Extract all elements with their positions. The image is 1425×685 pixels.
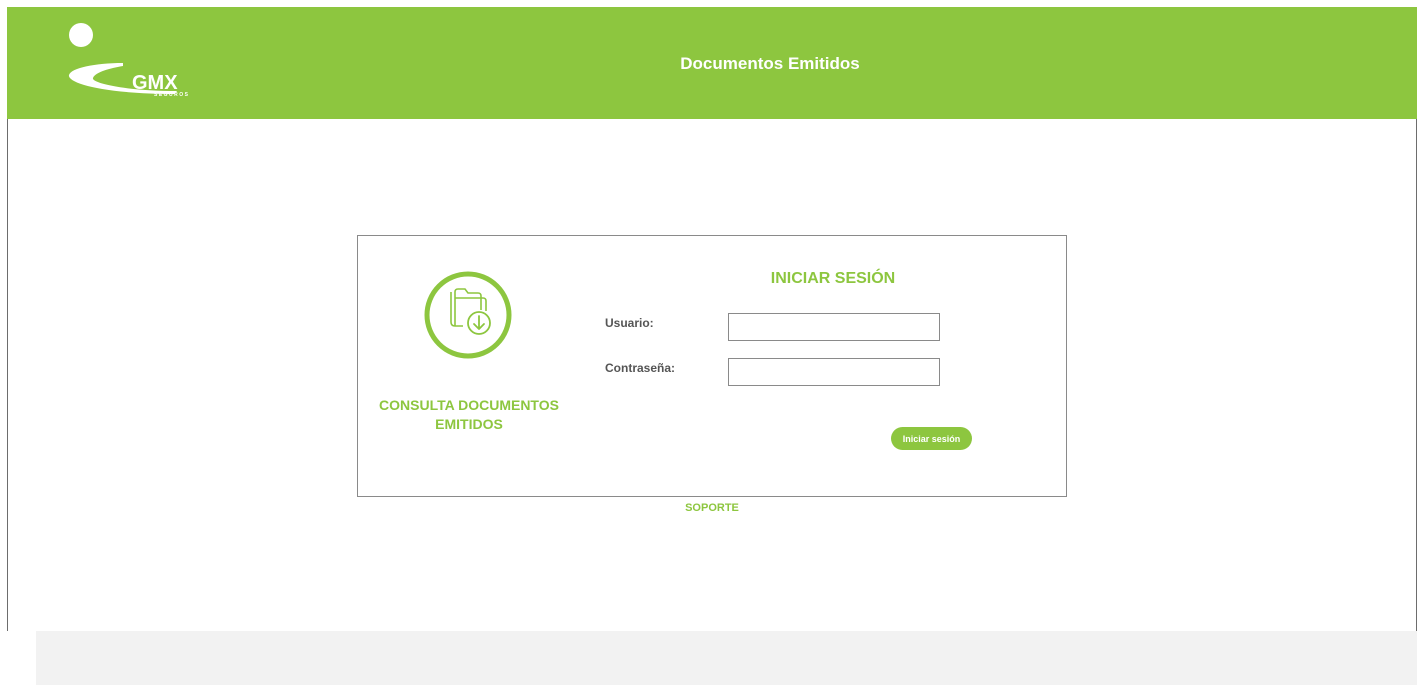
support-link[interactable]: SOPORTE — [657, 501, 767, 515]
login-title: INICIAR SESIÓN — [770, 270, 896, 287]
login-card: CONSULTA DOCUMENTOS EMITIDOS INICIAR SES… — [357, 235, 1067, 497]
page-title: Documentos Emitidos — [680, 54, 860, 73]
folder-download-icon — [423, 270, 513, 360]
page-frame: GMX SEGUROS Documentos Emitidos CONSULTA… — [7, 7, 1417, 685]
documents-caption: CONSULTA DOCUMENTOS EMITIDOS — [379, 397, 559, 432]
username-input[interactable] — [728, 313, 940, 341]
password-input[interactable] — [728, 358, 940, 386]
username-label: Usuario: — [605, 316, 654, 330]
header-bar: GMX SEGUROS Documentos Emitidos — [7, 7, 1417, 119]
login-button[interactable]: Iniciar sesión — [891, 427, 972, 450]
main-content: CONSULTA DOCUMENTOS EMITIDOS INICIAR SES… — [7, 119, 1417, 631]
logo-brand-text: GMX — [132, 72, 178, 94]
footer-bar — [36, 631, 1417, 685]
password-label: Contraseña: — [605, 361, 676, 375]
logo-sub-text: SEGUROS — [154, 92, 190, 98]
